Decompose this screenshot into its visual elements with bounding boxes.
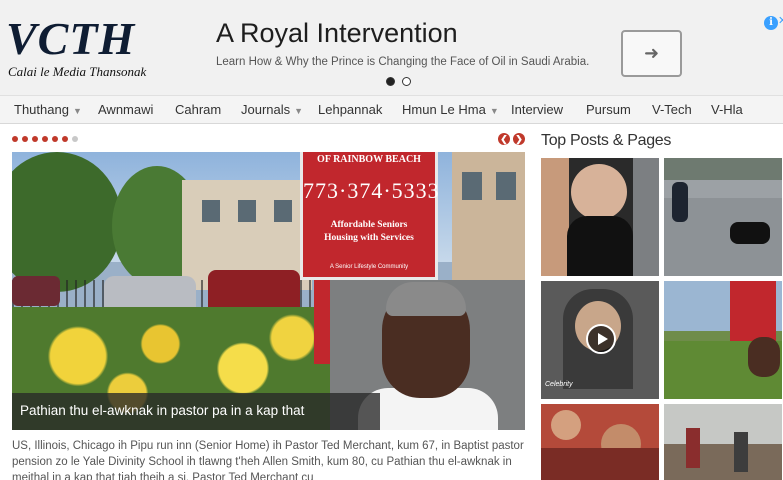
logo-tagline: Calai le Media Thansonak — [8, 64, 147, 79]
slide-caption[interactable]: Pathian thu el-awknak in pastor pa in a … — [12, 393, 380, 430]
sidebar-title: Top Posts & Pages — [541, 132, 672, 149]
nav-item-awnmawi[interactable]: Awnmawi — [98, 102, 153, 117]
sign-phone: 773·374·5333 — [303, 178, 440, 203]
nav-label: Cahram — [175, 102, 222, 117]
nav-label: Hmun Le Hma — [402, 102, 486, 117]
nav-item-thuthang[interactable]: Thuthang ▼ — [14, 102, 82, 117]
top-post-thumbnail[interactable] — [664, 281, 782, 399]
sign-header: OF RAINBOW BEACH — [317, 154, 421, 165]
nav-label: Journals — [241, 102, 291, 117]
ad-open-button[interactable]: ➜ — [621, 30, 682, 77]
ad-info-icon[interactable]: i — [764, 16, 778, 30]
chevron-down-icon: ▼ — [72, 106, 82, 116]
chevron-down-icon: ▼ — [489, 106, 499, 116]
nav-item-pursum[interactable]: Pursum — [586, 102, 631, 117]
nav-label: Awnmawi — [98, 102, 154, 117]
slide-photo-car — [208, 270, 300, 312]
nav-label: V-Tech — [652, 102, 692, 117]
site-logo[interactable]: VCTH Calai le Media Thansonak — [6, 12, 166, 84]
slider-pagination — [12, 136, 78, 142]
ad-slide-dots — [386, 77, 411, 86]
slider-prev-icon[interactable]: ❮ — [498, 133, 510, 145]
logo-text: VCTH — [6, 13, 136, 64]
nav-item-v-hla[interactable]: V-Hla — [711, 102, 743, 117]
article-excerpt: US, Illinois, Chicago ih Pipu run inn (S… — [12, 440, 524, 480]
slider-dot[interactable] — [42, 136, 48, 142]
top-post-thumbnail[interactable] — [664, 158, 782, 276]
nav-item-interview[interactable]: Interview — [511, 102, 563, 117]
top-post-thumbnail[interactable] — [541, 404, 659, 480]
sign-line: Affordable Seniors — [330, 220, 408, 230]
nav-item-cahram[interactable]: Cahram — [175, 102, 221, 117]
slider-dot[interactable] — [32, 136, 38, 142]
slider-dot[interactable] — [12, 136, 18, 142]
ad-close-icon[interactable]: ✕ — [778, 14, 783, 27]
sign-footer: A Senior Lifestyle Community — [329, 264, 409, 270]
ad-subtitle[interactable]: Learn How & Why the Prince is Changing t… — [216, 56, 589, 68]
top-post-thumbnail[interactable]: Celebrity — [541, 281, 659, 399]
nav-item-journals[interactable]: Journals ▼ — [241, 102, 303, 117]
sign-line: Housing with Services — [324, 233, 414, 243]
slide-photo-sign: OF RAINBOW BEACH 773·374·5333 Affordable… — [300, 152, 440, 280]
slider-dot[interactable] — [52, 136, 58, 142]
slide-photo-post — [314, 280, 330, 364]
nav-label: V-Hla — [711, 102, 743, 117]
featured-slide[interactable]: OF RAINBOW BEACH 773·374·5333 Affordable… — [12, 152, 525, 430]
thumbnail-caption: Celebrity — [545, 381, 573, 388]
nav-label: Pursum — [586, 102, 631, 117]
nav-item-v-tech[interactable]: V-Tech — [652, 102, 692, 117]
ad-title[interactable]: A Royal Intervention — [216, 18, 458, 49]
slider-dot[interactable] — [62, 136, 68, 142]
chevron-down-icon: ▼ — [294, 106, 304, 116]
nav-label: Lehpannak — [318, 102, 383, 117]
site-header: VCTH Calai le Media Thansonak A Royal In… — [0, 0, 783, 95]
main-nav: Thuthang ▼ Awnmawi Cahram Journals ▼ Lehpa… — [0, 95, 783, 124]
nav-label: Thuthang — [14, 102, 69, 117]
slider-dot[interactable] — [22, 136, 28, 142]
nav-item-hmun-le-hma[interactable]: Hmun Le Hma ▼ — [402, 102, 499, 117]
nav-label: Interview — [511, 102, 564, 117]
mugshot-hair — [386, 282, 466, 316]
slider-dot[interactable] — [72, 136, 78, 142]
arrow-right-icon: ➜ — [643, 43, 660, 63]
nav-item-lehpannak[interactable]: Lehpannak — [318, 102, 382, 117]
slide-photo-car — [12, 276, 60, 306]
play-icon[interactable] — [586, 324, 616, 354]
ad-dot-2[interactable] — [402, 77, 411, 86]
top-post-thumbnail[interactable] — [664, 404, 782, 480]
top-post-thumbnail[interactable] — [541, 158, 659, 276]
slider-next-icon[interactable]: ❯ — [513, 133, 525, 145]
slider-arrows: ❮ ❯ — [498, 133, 525, 145]
ad-dot-1[interactable] — [386, 77, 395, 86]
